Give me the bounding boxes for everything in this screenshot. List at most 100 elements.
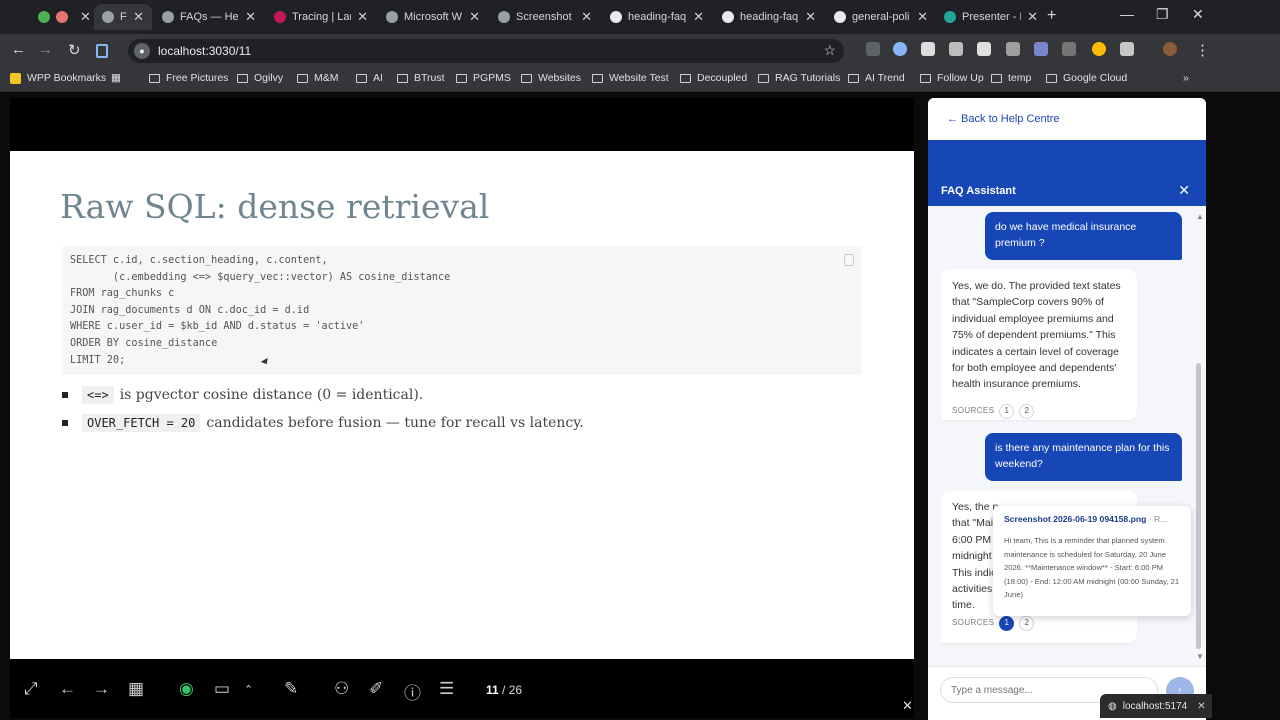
extension-icon[interactable]	[949, 42, 963, 56]
browser-tab[interactable]: ✕	[30, 4, 90, 30]
more-bookmarks-icon[interactable]: »	[1183, 72, 1189, 84]
browser-tab-active[interactable]: F/ ✕	[94, 4, 152, 30]
chat-scrollbar[interactable]	[1196, 363, 1201, 649]
tooltip-filename: Screenshot 2026-06-19 094158.png	[1004, 514, 1147, 524]
bookmark-star-icon[interactable]: ☆	[823, 42, 836, 59]
pen-icon[interactable]: ✎	[284, 679, 298, 699]
bookmark-folder[interactable]: Website Test	[592, 72, 669, 84]
extension-icon[interactable]	[1006, 42, 1020, 56]
chevron-up-icon[interactable]: ⌃	[244, 683, 253, 696]
bookmark-favicon-icon	[10, 72, 21, 84]
close-tab-icon[interactable]: ✕	[1027, 9, 1038, 25]
tooltip-suffix: · R...	[1148, 514, 1168, 524]
bookmark-folder[interactable]: Decoupled	[680, 72, 747, 84]
tab-title: Screenshot 2	[516, 11, 576, 23]
browser-tab[interactable]: general-poli ✕	[826, 4, 936, 30]
bookmark-folder[interactable]: PGPMS	[456, 72, 511, 84]
extension-icon[interactable]	[893, 42, 907, 56]
scroll-down-icon[interactable]: ▼	[1196, 652, 1204, 661]
source-chip[interactable]: 2	[1019, 403, 1035, 419]
browser-tab[interactable]: Screenshot 2 ✕	[490, 4, 600, 30]
close-icon[interactable]: ✕	[902, 698, 913, 714]
close-tab-icon[interactable]: ✕	[693, 9, 704, 25]
bookmark-folder[interactable]: Free Pictures	[149, 72, 228, 84]
browser-tab[interactable]: Presenter - R ✕	[936, 4, 1046, 30]
kebab-menu-icon[interactable]: ⋮	[1195, 41, 1210, 59]
reload-icon[interactable]: ↻	[68, 41, 81, 59]
close-tab-icon[interactable]: ✕	[245, 9, 256, 25]
profile-avatar[interactable]	[1163, 42, 1177, 56]
bookmark-folder[interactable]: RAG Tutorials	[758, 72, 840, 84]
code-line: (c.embedding <=> $query_vec::vector) AS …	[70, 271, 451, 283]
settings-sliders-icon[interactable]: ☰	[439, 679, 454, 699]
extension-icon[interactable]	[921, 42, 935, 56]
extension-icon[interactable]	[977, 42, 991, 56]
bookmark-folder[interactable]: BTrust	[397, 72, 445, 84]
close-icon[interactable]: ✕	[1178, 182, 1190, 199]
close-icon[interactable]: ✕	[1197, 701, 1205, 712]
back-icon[interactable]: ←	[11, 41, 26, 58]
bookmark-item[interactable]: WPP Bookmarks	[10, 72, 106, 84]
draw-icon[interactable]: ✐	[369, 679, 383, 699]
camera-user-icon[interactable]: ◉	[179, 679, 194, 699]
extension-icon[interactable]	[1062, 42, 1076, 56]
bookmark-folder[interactable]: temp	[991, 72, 1031, 84]
back-to-help-link[interactable]: ← Back to Help Centre	[947, 113, 1060, 125]
extension-icon[interactable]	[1034, 42, 1048, 56]
extension-icon[interactable]	[866, 42, 880, 56]
bullet-text: is pgvector cosine distance (0 = identic…	[119, 387, 424, 403]
chrome-extension-icon[interactable]	[1092, 42, 1106, 56]
tab-strip: ✕ F/ ✕ FAQs — Help ✕ Tracing | Lang ✕ Mi…	[0, 0, 1280, 34]
puzzle-icon[interactable]	[1120, 42, 1134, 56]
forward-icon[interactable]: →	[38, 41, 53, 58]
bookmark-folder[interactable]: AI Trend	[848, 72, 905, 84]
minimize-icon[interactable]: —	[1120, 6, 1134, 22]
source-chip[interactable]: 2	[1019, 615, 1035, 631]
apps-grid-icon[interactable]: ▦	[111, 72, 121, 84]
source-chip[interactable]: 1	[999, 403, 1015, 419]
user-message: is there any maintenance plan for this w…	[985, 433, 1182, 481]
close-tab-icon[interactable]: ✕	[581, 9, 592, 25]
copy-icon[interactable]	[844, 254, 854, 266]
browser-tab[interactable]: heading-faq ✕	[714, 4, 824, 30]
browser-tab[interactable]: Microsoft W ✕	[378, 4, 488, 30]
source-preview-tooltip: Screenshot 2026-06-19 094158.png · R... …	[993, 506, 1191, 616]
prev-slide-icon[interactable]: ←	[59, 679, 76, 699]
bookmark-folder[interactable]: Websites	[521, 72, 581, 84]
browser-tab[interactable]: FAQs — Help ✕	[154, 4, 264, 30]
browser-tab[interactable]: heading-faq ✕	[602, 4, 712, 30]
bookmark-folder[interactable]: M&M	[297, 72, 339, 84]
bookmark-folder[interactable]: Google Cloud	[1046, 72, 1127, 84]
bookmark-label: temp	[1008, 72, 1032, 84]
close-window-icon[interactable]: ✕	[1192, 6, 1204, 23]
new-tab-icon[interactable]: +	[1047, 7, 1056, 25]
tab-favicon-icon	[38, 11, 50, 23]
close-tab-icon[interactable]: ✕	[469, 9, 480, 25]
video-icon[interactable]: ▭	[214, 679, 230, 699]
restore-icon[interactable]: ❐	[1156, 6, 1169, 23]
close-tab-icon[interactable]: ✕	[805, 9, 816, 25]
side-panel-icon[interactable]	[96, 44, 108, 58]
bookmark-folder[interactable]: AI	[356, 72, 383, 84]
close-tab-icon[interactable]: ✕	[80, 9, 90, 25]
scroll-up-icon[interactable]: ▲	[1196, 212, 1204, 221]
address-bar[interactable]: ● localhost:3030/11 ☆	[128, 39, 844, 63]
bookmark-folder[interactable]: Ogilvy	[237, 72, 283, 84]
close-tab-icon[interactable]: ✕	[917, 9, 928, 25]
folder-icon	[592, 73, 603, 83]
site-info-icon[interactable]: ●	[134, 43, 150, 59]
bookmark-folder[interactable]: Follow Up	[920, 72, 984, 84]
close-tab-icon[interactable]: ✕	[357, 9, 368, 25]
next-slide-icon[interactable]: →	[93, 679, 110, 699]
close-tab-icon[interactable]: ✕	[133, 9, 144, 25]
tab-favicon-icon	[274, 11, 286, 23]
bookmark-label: M&M	[314, 72, 339, 84]
source-chip-active[interactable]: 1	[999, 615, 1015, 631]
presenter-controls: ⤢ ← → ▦ ◉ ▭ ⌃ ✎ ⚇ ✐ ⓘ ☰ 11 / 26	[10, 659, 914, 718]
info-icon[interactable]: ⓘ	[404, 679, 421, 704]
slide-grid-icon[interactable]: ▦	[128, 679, 144, 699]
record-icon	[56, 11, 68, 23]
presenter-icon[interactable]: ⚇	[334, 679, 349, 699]
fullscreen-icon[interactable]: ⤢	[24, 679, 38, 699]
browser-tab[interactable]: Tracing | Lang ✕	[266, 4, 376, 30]
